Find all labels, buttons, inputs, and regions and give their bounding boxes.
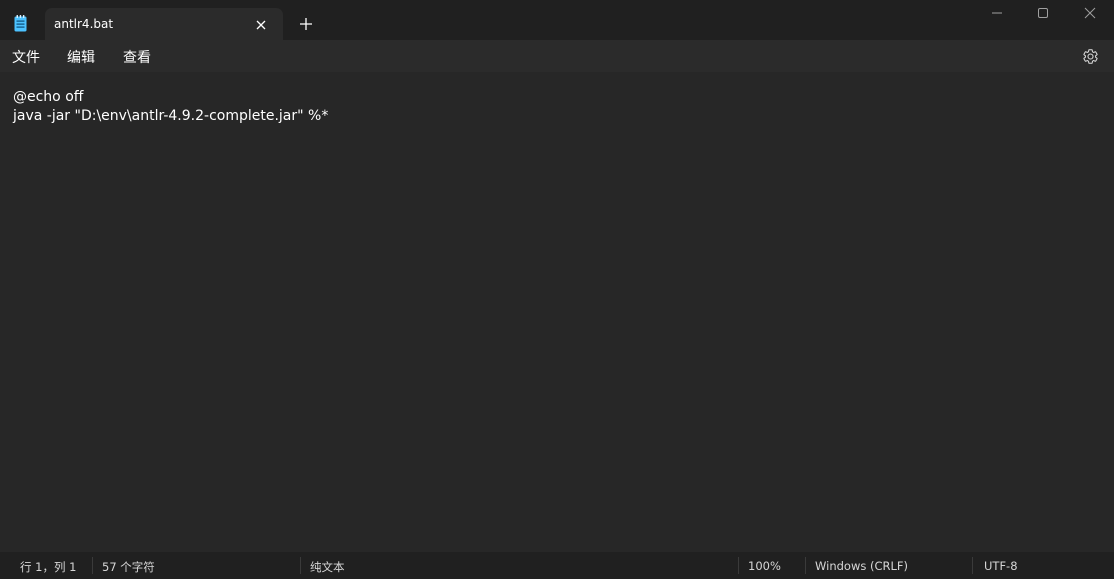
- close-icon: [1084, 7, 1096, 19]
- menu-view[interactable]: 查看: [123, 47, 151, 67]
- status-bar: 行 1，列 1 57 个字符 纯文本 100% Windows (CRLF) U…: [0, 552, 1114, 579]
- notepad-window: antlr4.bat 文件 编辑 查看 @echo off java -jar …: [0, 0, 1114, 579]
- close-window-button[interactable]: [1067, 0, 1113, 28]
- title-bar: antlr4.bat: [0, 0, 1114, 40]
- line-ending[interactable]: Windows (CRLF): [815, 559, 908, 573]
- maximize-icon: [1038, 8, 1048, 18]
- status-divider: [300, 557, 301, 574]
- status-divider: [738, 557, 739, 574]
- menu-bar: 文件 编辑 查看: [0, 40, 1114, 72]
- status-divider: [805, 557, 806, 574]
- minimize-icon: [992, 12, 1002, 14]
- zoom-level[interactable]: 100%: [748, 559, 781, 573]
- encoding[interactable]: UTF-8: [984, 559, 1018, 573]
- notepad-icon: [14, 15, 27, 32]
- tab-title: antlr4.bat: [54, 17, 114, 31]
- tab-antlr4-bat[interactable]: antlr4.bat: [45, 8, 283, 40]
- cursor-position: 行 1，列 1: [20, 560, 77, 574]
- minimize-button[interactable]: [974, 0, 1020, 28]
- editor-line: @echo off: [13, 89, 84, 105]
- close-icon[interactable]: [254, 17, 268, 31]
- plus-icon[interactable]: [297, 15, 315, 33]
- file-format: 纯文本: [310, 560, 345, 574]
- menu-edit[interactable]: 编辑: [67, 47, 95, 67]
- editor-line: java -jar "D:\env\antlr-4.9.2-complete.j…: [13, 108, 329, 124]
- character-count: 57 个字符: [102, 560, 155, 574]
- status-divider: [972, 557, 973, 574]
- text-editor[interactable]: @echo off java -jar "D:\env\antlr-4.9.2-…: [0, 72, 1114, 549]
- status-divider: [92, 557, 93, 574]
- gear-icon[interactable]: [1082, 48, 1099, 65]
- menu-file[interactable]: 文件: [12, 47, 40, 67]
- maximize-button[interactable]: [1020, 0, 1066, 28]
